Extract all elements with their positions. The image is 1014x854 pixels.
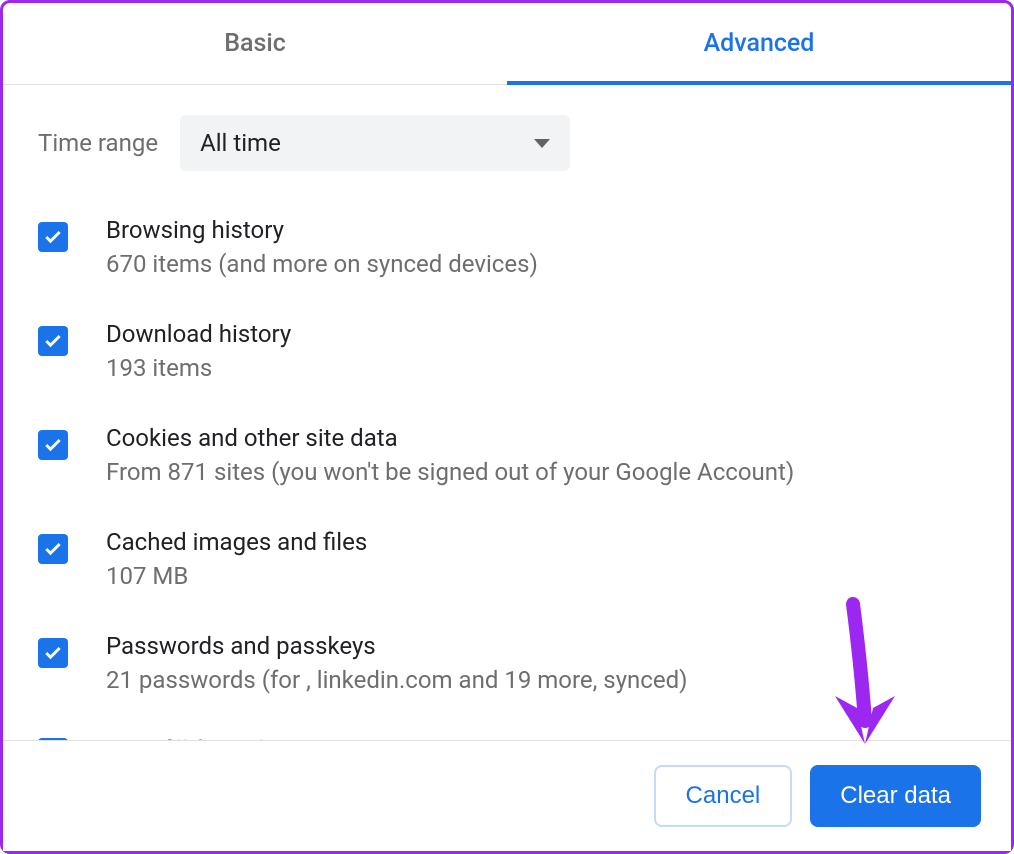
item-subtitle: 21 passwords (for , linkedin.com and 19 … (106, 666, 687, 694)
tab-advanced-label: Advanced (704, 29, 815, 58)
dialog-content: Time range All time Browsing history 670… (3, 85, 1011, 764)
tab-advanced[interactable]: Advanced (507, 3, 1011, 84)
check-icon (43, 539, 63, 559)
time-range-value: All time (200, 129, 281, 157)
dialog-footer: Cancel Clear data (3, 740, 1011, 851)
item-subtitle: From 871 sites (you won't be signed out … (106, 458, 794, 486)
item-subtitle: 670 items (and more on synced devices) (106, 250, 538, 278)
item-download-history: Download history 193 items (38, 320, 976, 382)
item-title: Cached images and files (106, 528, 367, 556)
checkbox-cached[interactable] (38, 534, 68, 564)
item-passwords: Passwords and passkeys 21 passwords (for… (38, 632, 976, 694)
item-text: Cookies and other site data From 871 sit… (106, 424, 794, 486)
checkbox-cookies[interactable] (38, 430, 68, 460)
item-subtitle: 107 MB (106, 562, 367, 590)
check-icon (43, 435, 63, 455)
checkbox-browsing-history[interactable] (38, 222, 68, 252)
item-title: Browsing history (106, 216, 538, 244)
item-subtitle: 193 items (106, 354, 291, 382)
time-range-label: Time range (38, 129, 158, 157)
cancel-button[interactable]: Cancel (654, 765, 793, 827)
item-text: Cached images and files 107 MB (106, 528, 367, 590)
item-text: Passwords and passkeys 21 passwords (for… (106, 632, 687, 694)
item-title: Download history (106, 320, 291, 348)
tab-bar: Basic Advanced (3, 3, 1011, 85)
chevron-down-icon (534, 139, 550, 148)
item-cached: Cached images and files 107 MB (38, 528, 976, 590)
check-icon (43, 643, 63, 663)
item-browsing-history: Browsing history 670 items (and more on … (38, 216, 976, 278)
check-icon (43, 227, 63, 247)
item-title: Cookies and other site data (106, 424, 794, 452)
item-text: Download history 193 items (106, 320, 291, 382)
item-cookies: Cookies and other site data From 871 sit… (38, 424, 976, 486)
tab-basic[interactable]: Basic (3, 3, 507, 84)
tab-basic-label: Basic (224, 29, 286, 58)
check-icon (43, 331, 63, 351)
item-text: Browsing history 670 items (and more on … (106, 216, 538, 278)
item-title: Passwords and passkeys (106, 632, 687, 660)
time-range-row: Time range All time (38, 115, 976, 171)
checkbox-download-history[interactable] (38, 326, 68, 356)
time-range-select[interactable]: All time (180, 115, 570, 171)
clear-data-button[interactable]: Clear data (810, 765, 981, 827)
checkbox-passwords[interactable] (38, 638, 68, 668)
